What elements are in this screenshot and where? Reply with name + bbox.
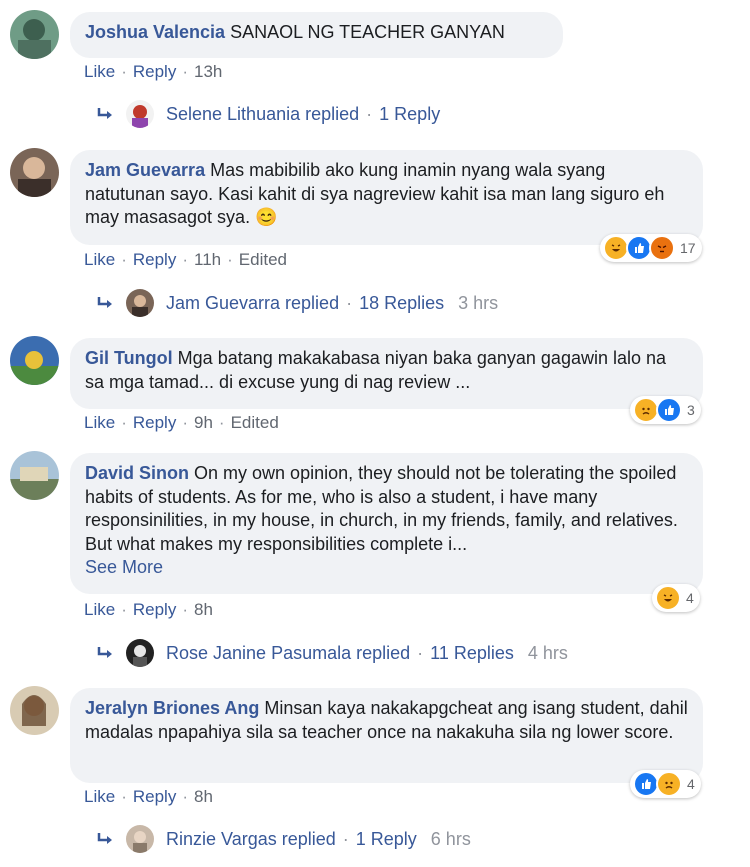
reply-summary[interactable]: Rose Janine Pasumala replied · 11 Replies 4…: [96, 639, 568, 667]
comment-bubble: Jam Guevarra Mas mabibilib ako kung inam…: [70, 150, 703, 245]
reactions-summary[interactable]: 17: [600, 234, 702, 262]
comment-time[interactable]: 9h: [194, 413, 213, 432]
reply-button[interactable]: Reply: [133, 62, 176, 81]
comment-text: SANAOL NG TEACHER GANYAN: [230, 22, 505, 42]
like-button[interactable]: Like: [84, 250, 115, 269]
comment-actions: Like · Reply · 13h: [84, 62, 223, 81]
comment-time[interactable]: 11h: [194, 250, 221, 269]
comment-author[interactable]: Gil Tungol: [85, 348, 173, 368]
comment-bubble: David Sinon On my own opinion, they shou…: [70, 453, 703, 594]
reply-avatar: [126, 100, 154, 128]
reply-count[interactable]: 18 Replies: [359, 293, 444, 314]
avatar[interactable]: [10, 451, 59, 500]
reply-author[interactable]: Selene Lithuania replied: [166, 104, 359, 125]
reply-arrow-icon: [97, 108, 112, 119]
reply-time: 6 hrs: [430, 828, 471, 849]
angry-icon: [649, 235, 675, 261]
like-button[interactable]: Like: [84, 787, 115, 806]
comment-bubble: Jeralyn Briones Ang Minsan kaya nakakapg…: [70, 688, 703, 783]
comment-time[interactable]: 8h: [194, 787, 213, 806]
comment-author[interactable]: Joshua Valencia: [85, 22, 225, 42]
comment-time[interactable]: 8h: [194, 600, 213, 619]
avatar[interactable]: [10, 148, 59, 197]
reply-time: 4 hrs: [527, 642, 568, 663]
reply-summary[interactable]: Jam Guevarra replied · 18 Replies 3 hrs: [96, 289, 498, 317]
reply-arrow-icon: [97, 833, 112, 844]
comment-text: Mga batang makakabasa niyan baka ganyan …: [85, 348, 667, 392]
reply-button[interactable]: Reply: [133, 250, 176, 269]
reply-avatar: [126, 289, 154, 317]
reply-button[interactable]: Reply: [133, 787, 176, 806]
comment-author[interactable]: Jam Guevarra: [85, 160, 205, 180]
reactions-summary[interactable]: 4: [652, 584, 700, 612]
like-button[interactable]: Like: [84, 600, 115, 619]
reply-button[interactable]: Reply: [133, 413, 176, 432]
reply-button[interactable]: Reply: [133, 600, 176, 619]
comment-author[interactable]: Jeralyn Briones Ang: [85, 698, 259, 718]
reactions-summary[interactable]: 4: [630, 770, 701, 798]
reactions-summary[interactable]: 3: [630, 396, 701, 424]
reply-author[interactable]: Rinzie Vargas replied: [166, 829, 336, 850]
reaction-count: 4: [687, 776, 695, 792]
comment-bubble: Gil Tungol Mga batang makakabasa niyan b…: [70, 338, 703, 409]
reply-summary[interactable]: Selene Lithuania replied · 1 Reply: [96, 100, 440, 128]
edited-label: Edited: [230, 413, 279, 432]
comment-actions: Like · Reply · 8h: [84, 600, 213, 619]
sad-icon: [656, 771, 682, 797]
reply-count[interactable]: 11 Replies: [430, 643, 514, 664]
comment-author[interactable]: David Sinon: [85, 463, 189, 483]
reply-time: 3 hrs: [458, 292, 499, 313]
reply-avatar: [126, 639, 154, 667]
see-more-link[interactable]: See More: [85, 556, 688, 580]
like-button[interactable]: Like: [84, 62, 115, 81]
like-icon: [656, 397, 682, 423]
avatar[interactable]: [10, 336, 59, 385]
reaction-count: 17: [680, 240, 696, 256]
reaction-count: 4: [686, 590, 694, 606]
reaction-count: 3: [687, 402, 695, 418]
reply-summary[interactable]: Rinzie Vargas replied · 1 Reply 6 hrs: [96, 825, 471, 853]
comment-time[interactable]: 13h: [194, 62, 222, 81]
comment-actions: Like · Reply · 11h · Edited: [84, 250, 287, 269]
reply-arrow-icon: [97, 647, 112, 658]
reply-count[interactable]: 1 Reply: [379, 104, 440, 125]
reply-author[interactable]: Jam Guevarra replied: [166, 293, 339, 314]
reply-count[interactable]: 1 Reply: [356, 829, 417, 850]
like-button[interactable]: Like: [84, 413, 115, 432]
edited-label: Edited: [238, 250, 287, 269]
avatar[interactable]: [10, 686, 59, 735]
reply-avatar: [126, 825, 154, 853]
avatar[interactable]: [10, 10, 59, 59]
reply-arrow-icon: [97, 297, 112, 308]
comment-bubble: Joshua Valencia SANAOL NG TEACHER GANYAN: [70, 12, 563, 58]
reply-author[interactable]: Rose Janine Pasumala replied: [166, 643, 410, 664]
comment-actions: Like · Reply · 9h · Edited: [84, 413, 279, 432]
comment-actions: Like · Reply · 8h: [84, 787, 213, 806]
haha-icon: [655, 585, 681, 611]
